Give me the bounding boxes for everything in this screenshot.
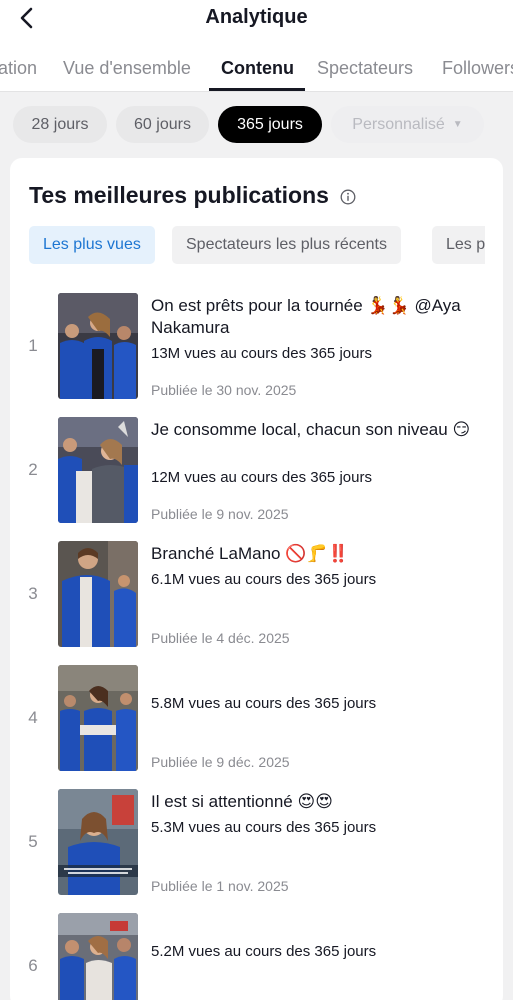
post-row[interactable]: 5 Il est si attentionné 😍😍 5.3M vues au …	[10, 789, 503, 899]
chip-365-days[interactable]: 365 jours	[218, 106, 322, 143]
post-title: Il est si attentionné 😍😍	[151, 792, 333, 811]
post-views: 13M vues au cours des 365 jours	[151, 345, 372, 362]
post-views: 5.8M vues au cours des 365 jours	[151, 695, 377, 712]
post-date: Publiée le 9 nov. 2025	[151, 506, 289, 522]
chip-custom[interactable]: Personnalisé ▼	[331, 106, 484, 143]
filter-most-viewed[interactable]: Les plus vues	[29, 226, 155, 264]
post-row[interactable]: 2 Je consomme local, chacun son niveau 😏…	[10, 417, 503, 527]
post-views: 6.1M vues au cours des 365 jours	[151, 571, 377, 588]
post-row[interactable]: 3 Branché LaMano 🚫🦵‼️ 6.1M vues au cours…	[10, 541, 503, 651]
chip-28-days[interactable]: 28 jours	[13, 106, 107, 143]
post-rank: 5	[28, 832, 38, 851]
top-bar: Analytique ation Vue d'ensemble Contenu …	[0, 0, 513, 92]
post-thumbnail	[58, 541, 138, 647]
post-title: Branché LaMano 🚫🦵‼️	[151, 544, 349, 563]
post-date: Publiée le 30 nov. 2025	[151, 382, 297, 398]
chip-60-days[interactable]: 60 jours	[116, 106, 209, 143]
post-title: Je consomme local, chacun son niveau 😏	[151, 420, 471, 439]
post-thumbnail	[58, 293, 138, 399]
post-row[interactable]: 4 5.8M vues au cours des 365 jours Publi…	[10, 665, 503, 775]
post-thumbnail	[58, 665, 138, 771]
post-rank: 2	[28, 460, 38, 479]
post-views: 5.2M vues au cours des 365 jours	[151, 943, 377, 960]
sort-filter-bar: Les plus vues Spectateurs les plus récen…	[29, 226, 485, 266]
caret-down-icon: ▼	[452, 119, 463, 130]
tab-overview[interactable]: Vue d'ensemble	[63, 58, 191, 79]
tab-inspiration[interactable]: ation	[0, 58, 37, 79]
active-tab-indicator	[209, 88, 305, 91]
post-row[interactable]: 1 On est prêts pour la tournée 💃💃 @Aya N…	[10, 293, 503, 403]
chip-custom-label: Personnalisé	[352, 116, 445, 133]
post-thumbnail	[58, 913, 138, 1000]
post-date: Publiée le 9 déc. 2025	[151, 754, 290, 770]
info-icon[interactable]	[340, 189, 356, 205]
post-rank: 1	[28, 336, 38, 355]
analytics-tab-bar: ation Vue d'ensemble Contenu Spectateurs…	[0, 52, 513, 92]
filter-more[interactable]: Les plus	[432, 226, 485, 264]
tab-followers[interactable]: Followers	[442, 58, 513, 79]
post-title: On est prêts pour la tournée 💃💃 @Aya Nak…	[151, 296, 461, 337]
post-date: Publiée le 4 déc. 2025	[151, 630, 290, 646]
post-rank: 4	[28, 708, 38, 727]
tab-content[interactable]: Contenu	[221, 58, 294, 79]
post-thumbnail	[58, 789, 138, 895]
section-title: Tes meilleures publications	[29, 182, 329, 208]
top-posts-card: Tes meilleures publications Les plus vue…	[10, 158, 503, 1000]
post-views: 5.3M vues au cours des 365 jours	[151, 819, 377, 836]
post-thumbnail	[58, 417, 138, 523]
page-title: Analytique	[205, 6, 308, 28]
period-selector: 28 jours 60 jours 365 jours Personnalisé…	[0, 93, 513, 157]
post-rank: 3	[28, 584, 38, 603]
post-views: 12M vues au cours des 365 jours	[151, 469, 372, 486]
post-rank: 6	[28, 956, 38, 975]
tab-viewers[interactable]: Spectateurs	[317, 58, 413, 79]
post-row[interactable]: 6 5.2M vues au cours des 365 jours	[10, 913, 503, 1000]
filter-recent-viewers[interactable]: Spectateurs les plus récents	[172, 226, 401, 264]
post-date: Publiée le 1 nov. 2025	[151, 878, 289, 894]
